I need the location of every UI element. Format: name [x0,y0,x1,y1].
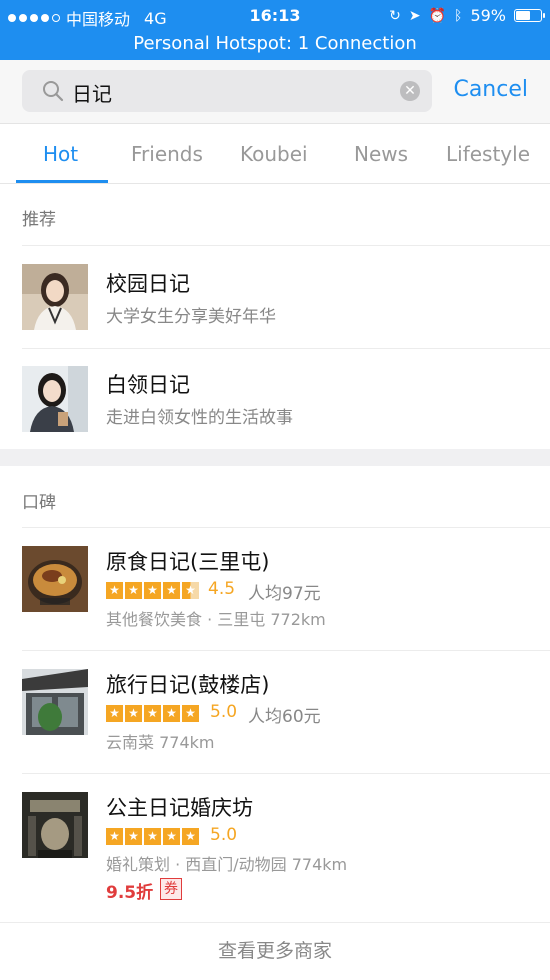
shop-meta: 云南菜 774km [106,733,215,752]
item-subtitle: 走进白领女性的生活故事 [106,408,293,428]
alarm-icon: ⏰ [428,7,447,24]
shop-name: 公主日记婚庆坊 [106,796,253,820]
section-header-recommend: 推荐 [0,185,550,245]
star-icon: ★ [125,828,142,845]
item-subtitle: 大学女生分享美好年华 [106,307,276,327]
star-icon: ★ [106,705,123,722]
search-input[interactable]: 日记 ✕ [22,70,432,112]
item-title: 白领日记 [106,373,190,397]
avatar [22,366,88,432]
battery-icon [514,9,545,22]
star-icon: ★ [163,705,180,722]
avg-price: 人均97元 [248,584,321,604]
discount-label: 9.5折 [106,883,154,903]
tab-koubei[interactable]: Koubei [240,142,308,166]
clear-icon[interactable]: ✕ [400,81,420,101]
view-more-button[interactable]: 查看更多商家 [0,922,550,980]
star-icon: ★ [106,828,123,845]
star-rating: ★ ★ ★ ★ ★ [106,705,199,722]
list-item[interactable]: 公主日记婚庆坊 ★ ★ ★ ★ ★ 5.0 婚礼策划 · 西直门/动物园 774… [0,774,550,921]
avg-price: 人均60元 [248,707,321,727]
search-bar: 日记 ✕ Cancel [0,60,550,124]
star-icon: ★ [144,828,161,845]
star-icon: ★ [182,705,199,722]
location-icon: ➤ [408,7,421,24]
shop-meta: 婚礼策划 · 西直门/动物园 774km [106,855,348,874]
bluetooth-icon: ᛒ [454,7,463,24]
shop-name: 旅行日记(鼓楼店) [106,673,270,697]
star-rating: ★ ★ ★ ★ ★ [106,828,199,845]
half-star-icon: ★ [182,582,199,599]
tab-lifestyle[interactable]: Lifestyle [446,142,530,166]
search-icon [42,80,64,106]
item-title: 校园日记 [106,272,190,296]
category-tabs: Hot Friends Koubei News Lifestyle [0,124,550,184]
star-icon: ★ [106,582,123,599]
active-tab-indicator [16,180,108,183]
coupon-badge: 券 [160,878,182,900]
star-icon: ★ [144,705,161,722]
section-gap [0,449,550,466]
star-icon: ★ [144,582,161,599]
section-header-koubei: 口碑 [0,466,550,526]
section-title: 口碑 [22,493,56,513]
list-item[interactable]: 校园日记 大学女生分享美好年华 [0,246,550,348]
section-title: 推荐 [22,210,56,230]
battery-percent: 59% [470,6,506,25]
star-icon: ★ [163,582,180,599]
shop-name: 原食日记(三里屯) [106,550,270,574]
tab-friends[interactable]: Friends [131,142,203,166]
shop-thumbnail [22,546,88,612]
rotation-lock-icon: ↻ [389,7,401,24]
star-icon: ★ [125,705,142,722]
shop-thumbnail [22,792,88,858]
status-bar: 中国移动 4G 16:13 ↻ ➤ ⏰ ᛒ 59% [0,0,550,30]
rating-value: 4.5 [208,579,236,599]
status-icons: ↻ ➤ ⏰ ᛒ 59% [389,6,545,25]
shop-meta: 其他餐饮美食 · 三里屯 772km [106,610,326,629]
rating-value: 5.0 [210,825,238,845]
shop-thumbnail [22,669,88,735]
tab-news[interactable]: News [354,142,408,166]
avatar [22,264,88,330]
list-item[interactable]: 旅行日记(鼓楼店) ★ ★ ★ ★ ★ 5.0 人均60元 云南菜 774km [0,651,550,773]
tab-hot[interactable]: Hot [43,142,78,166]
search-query: 日记 [72,82,112,106]
star-icon: ★ [125,582,142,599]
star-icon: ★ [182,828,199,845]
star-icon: ★ [163,828,180,845]
star-rating: ★ ★ ★ ★ ★ [106,582,199,599]
cancel-button[interactable]: Cancel [453,77,528,102]
rating-value: 5.0 [210,702,238,722]
list-item[interactable]: 白领日记 走进白领女性的生活故事 [0,349,550,449]
list-item[interactable]: 原食日记(三里屯) ★ ★ ★ ★ ★ 4.5 人均97元 其他餐饮美食 · 三… [0,528,550,650]
hotspot-banner[interactable]: Personal Hotspot: 1 Connection [0,30,550,60]
